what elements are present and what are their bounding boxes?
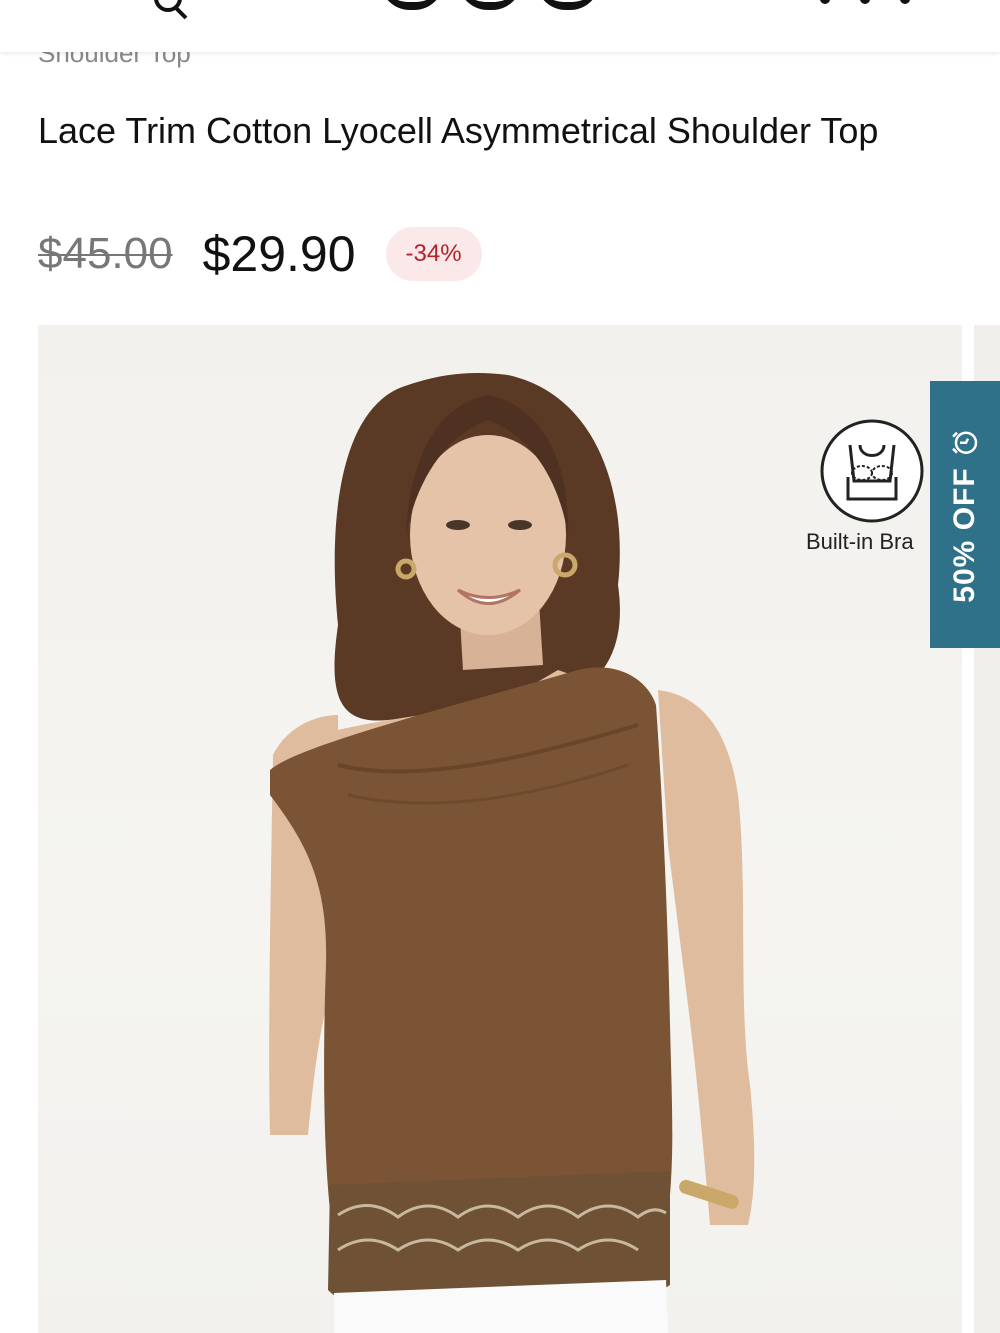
more-icon[interactable] [820,0,910,4]
bra-icon [820,419,924,523]
feature-label: Built-in Bra [806,529,914,554]
sale-price: $29.90 [202,226,356,282]
original-price: $45.00 [38,229,173,278]
top-header [0,0,1000,52]
alarm-clock-icon [952,430,978,454]
product-image[interactable]: Built-in Bra [38,325,962,1333]
price-row: $45.00 $29.90 -34% [38,222,482,286]
discount-badge: -34% [385,227,482,281]
promo-label: 50% OFF [948,466,981,603]
product-gallery[interactable]: Built-in Bra [38,325,1000,1333]
brand-logo[interactable] [380,0,614,10]
product-title: Lace Trim Cotton Lyocell Asymmetrical Sh… [38,110,879,151]
search-icon[interactable] [150,0,190,27]
promo-tab[interactable]: 50% OFF [930,381,1000,648]
